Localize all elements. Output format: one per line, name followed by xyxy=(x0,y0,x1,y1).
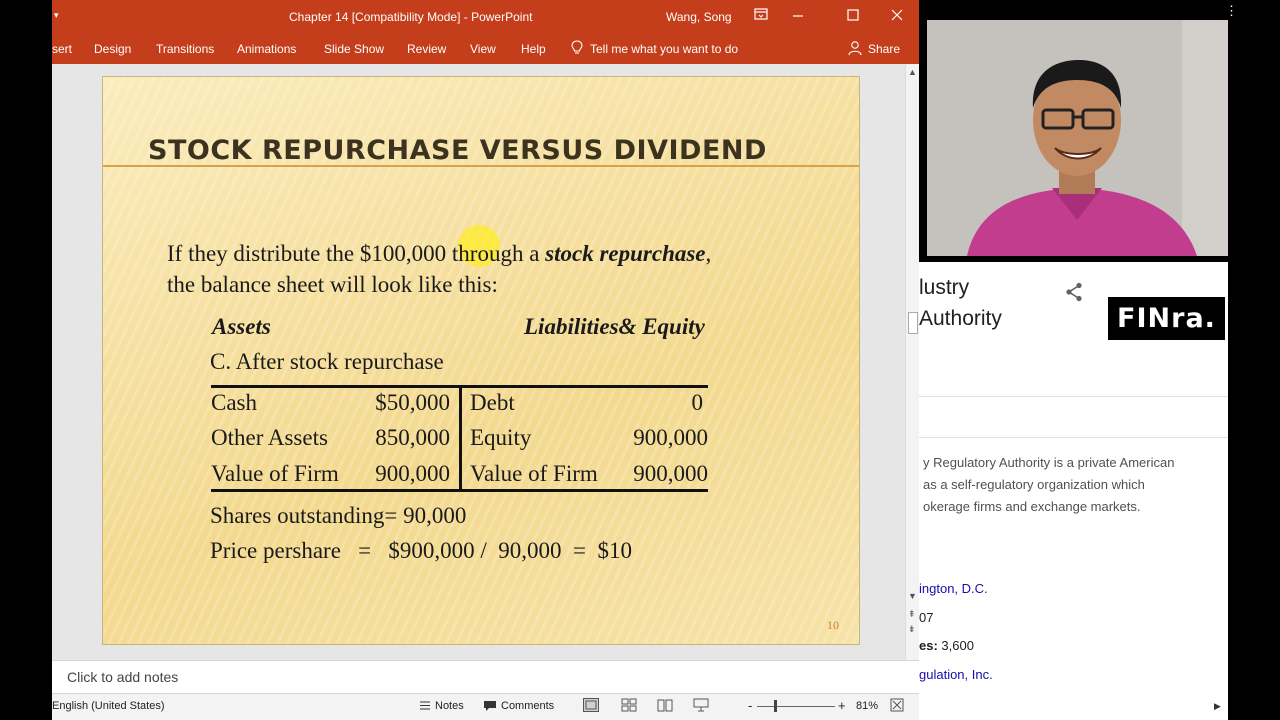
tab-animations[interactable]: Animations xyxy=(237,42,296,56)
reading-view-icon[interactable] xyxy=(657,698,673,715)
panel-divider xyxy=(919,396,1228,397)
scroll-right-icon[interactable]: ▶ xyxy=(1214,701,1221,712)
lightbulb-icon xyxy=(571,40,583,59)
right-row-value: 900,000 xyxy=(633,425,708,450)
comments-icon[interactable] xyxy=(483,700,497,715)
browser-scroll-area: ⋮ ▶ xyxy=(1214,0,1280,720)
panel-divider xyxy=(919,437,1228,438)
intro-line-1: If they distribute the $100,000 through … xyxy=(167,241,712,266)
description-line: as a self-regulatory organization which xyxy=(923,477,1145,492)
right-row-label: Debt xyxy=(470,390,515,415)
finra-logo[interactable]: FINra. xyxy=(1108,297,1225,340)
signed-in-user[interactable]: Wang, Song xyxy=(666,10,732,24)
right-row-label: Equity xyxy=(470,425,532,450)
close-icon[interactable] xyxy=(889,8,905,24)
title-underline xyxy=(103,165,859,167)
panel-title-line-2: Authority xyxy=(919,307,1002,330)
intro-line-2: the balance sheet will look like this: xyxy=(167,272,498,297)
left-row-value: 850,000 xyxy=(375,425,450,450)
slide-title: STOCK REPURCHASE VERSUS DIVIDEND xyxy=(148,135,767,166)
status-bar: English (United States) Notes Comments - xyxy=(52,693,919,720)
tab-review[interactable]: Review xyxy=(407,42,446,56)
panel-description: y Regulatory Authority is a private Amer… xyxy=(923,452,1174,518)
tab-help[interactable]: Help xyxy=(521,42,546,56)
zoom-level[interactable]: 81% xyxy=(856,700,878,712)
ribbon-tabs: sert Design Transitions Animations Slide… xyxy=(52,34,919,64)
fact-parent-org[interactable]: gulation, Inc. xyxy=(919,667,993,682)
screen: ▾ Chapter 14 [Compatibility Mode] - Powe… xyxy=(0,0,1280,720)
right-row-value: 900,000 xyxy=(633,461,708,486)
powerpoint-window: ▾ Chapter 14 [Compatibility Mode] - Powe… xyxy=(52,0,919,720)
right-row-label: Value of Firm xyxy=(470,461,598,486)
slide-sorter-icon[interactable] xyxy=(621,698,637,715)
comments-button[interactable]: Comments xyxy=(501,700,554,712)
minimize-icon[interactable] xyxy=(790,8,806,24)
tab-insert[interactable]: sert xyxy=(52,42,72,56)
notes-button[interactable]: Notes xyxy=(435,700,464,712)
description-line: okerage firms and exchange markets. xyxy=(923,499,1141,514)
tell-me-search[interactable]: Tell me what you want to do xyxy=(590,42,738,56)
shares-outstanding-line: Shares outstanding= 90,000 xyxy=(210,503,467,528)
share-button[interactable]: Share xyxy=(868,42,900,56)
language-indicator[interactable]: English (United States) xyxy=(52,700,165,712)
assets-header: Assets xyxy=(212,314,271,339)
zoom-in-button[interactable]: + xyxy=(838,698,846,713)
scroll-thumb[interactable] xyxy=(908,312,918,334)
price-per-share-line: Price pershare = $900,000 / 90,000 = $10 xyxy=(210,538,632,563)
left-row-value: $50,000 xyxy=(375,390,450,415)
tab-transitions[interactable]: Transitions xyxy=(156,42,214,56)
left-row-label: Other Assets xyxy=(211,425,328,450)
panel-title-line-1: lustry xyxy=(919,276,970,299)
maximize-icon[interactable] xyxy=(845,8,861,24)
title-bar: ▾ Chapter 14 [Compatibility Mode] - Powe… xyxy=(52,0,919,34)
presenter-figure xyxy=(927,20,1228,256)
vertical-scrollbar[interactable]: ▲ ▼ ⇞ ⇟ xyxy=(905,64,919,660)
previous-slide-icon[interactable]: ⇞ xyxy=(908,609,916,620)
slide-canvas[interactable]: STOCK REPURCHASE VERSUS DIVIDEND If they… xyxy=(102,76,860,645)
scroll-up-icon[interactable]: ▲ xyxy=(908,67,917,77)
right-row-value: 0 xyxy=(691,390,704,415)
liabilities-equity-header: Liabilities& Equity xyxy=(524,314,705,339)
fact-headquarters[interactable]: ington, D.C. xyxy=(919,581,988,596)
fact-employees: es: 3,600 xyxy=(919,638,974,653)
ribbon-display-options-icon[interactable] xyxy=(753,8,769,24)
left-row-label: Value of Firm xyxy=(211,461,339,486)
share-icon[interactable] xyxy=(1065,282,1083,307)
share-person-icon xyxy=(848,40,862,59)
fact-founded: 07 xyxy=(919,610,934,625)
tab-view[interactable]: View xyxy=(470,42,496,56)
scroll-down-icon[interactable]: ▼ xyxy=(908,591,917,601)
left-row-value: 900,000 xyxy=(375,461,450,486)
next-slide-icon[interactable]: ⇟ xyxy=(908,624,916,635)
zoom-out-button[interactable]: - xyxy=(748,698,752,713)
notes-pane[interactable]: Click to add notes xyxy=(52,660,919,693)
section-label: C. After stock repurchase xyxy=(210,349,444,374)
overflow-menu-icon[interactable]: ⋮ xyxy=(1225,3,1238,19)
slideshow-view-icon[interactable] xyxy=(693,698,709,715)
table-bottom-rule xyxy=(211,489,708,492)
quick-access-dropdown-icon[interactable]: ▾ xyxy=(54,10,59,21)
tab-slide-show[interactable]: Slide Show xyxy=(324,42,384,56)
fit-to-window-icon[interactable] xyxy=(890,698,904,715)
window-title: Chapter 14 [Compatibility Mode] - PowerP… xyxy=(289,10,533,24)
zoom-slider-thumb[interactable] xyxy=(774,700,777,712)
slide-number: 10 xyxy=(827,618,839,632)
presenter-webcam xyxy=(927,20,1228,256)
knowledge-panel: lustry Authority FINra. y Regulatory Aut… xyxy=(919,262,1228,720)
tab-design[interactable]: Design xyxy=(94,42,131,56)
notes-placeholder[interactable]: Click to add notes xyxy=(67,669,178,685)
normal-view-icon[interactable] xyxy=(583,698,599,715)
notes-icon[interactable] xyxy=(419,700,431,714)
table-center-rule xyxy=(459,385,462,491)
zoom-slider-track[interactable] xyxy=(757,706,835,707)
left-row-label: Cash xyxy=(211,390,257,415)
description-line: y Regulatory Authority is a private Amer… xyxy=(923,455,1175,470)
